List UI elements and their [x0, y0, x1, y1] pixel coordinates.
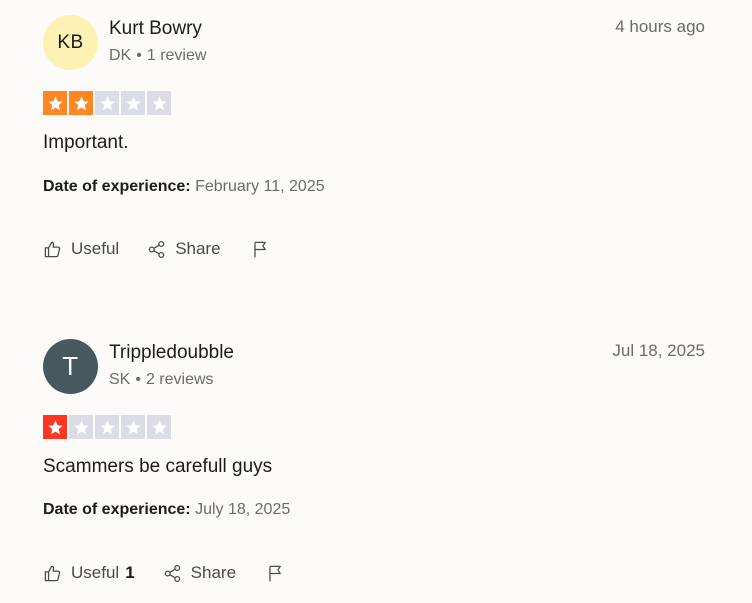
review-actions: Useful Share	[43, 239, 279, 259]
useful-button[interactable]: Useful 1	[43, 563, 135, 583]
avatar-initials: KB	[57, 31, 84, 53]
reviewer-meta: DK • 1 review	[109, 47, 207, 64]
thumbs-up-icon	[44, 565, 61, 581]
star-icon	[121, 91, 145, 115]
reviewer-name[interactable]: Trippledoubble	[109, 342, 234, 364]
flag-icon	[269, 565, 281, 581]
review-posted-date: Jul 18, 2025	[612, 341, 705, 360]
report-button[interactable]	[266, 564, 294, 583]
experience-label: Date of experience:	[43, 178, 191, 195]
thumbs-up-icon	[44, 241, 61, 257]
reviewer-name[interactable]: Kurt Bowry	[109, 18, 202, 40]
review-posted-date: 4 hours ago	[615, 17, 705, 36]
experience-label: Date of experience:	[43, 501, 191, 518]
star-rating	[43, 415, 171, 439]
date-of-experience: Date of experience: July 18, 2025	[43, 501, 290, 519]
report-button[interactable]	[251, 240, 279, 259]
experience-date: February 11, 2025	[195, 178, 325, 195]
star-icon	[147, 415, 171, 439]
star-icon	[43, 415, 67, 439]
reviewer-meta: SK • 2 reviews	[109, 371, 214, 388]
star-icon	[43, 91, 67, 115]
date-of-experience: Date of experience: February 11, 2025	[43, 178, 325, 196]
star-icon	[95, 415, 119, 439]
useful-label: Useful	[71, 563, 120, 582]
reviewer-review-count: 1 review	[146, 47, 207, 64]
star-icon	[95, 91, 119, 115]
share-button[interactable]: Share	[163, 563, 236, 583]
star-icon	[69, 415, 93, 439]
reviewer-country: SK	[109, 371, 131, 388]
review-text[interactable]: Important.	[43, 132, 129, 154]
experience-date: July 18, 2025	[195, 501, 291, 518]
useful-button[interactable]: Useful	[43, 239, 119, 259]
avatar[interactable]: KB	[43, 15, 98, 70]
share-icon	[164, 564, 180, 582]
share-button[interactable]: Share	[147, 239, 221, 259]
star-icon	[121, 415, 145, 439]
reviewer-country: DK	[109, 47, 132, 64]
useful-label: Useful	[71, 239, 120, 258]
share-label: Share	[190, 563, 237, 582]
star-icon	[69, 91, 93, 115]
review-text[interactable]: Scammers be carefull guys	[43, 456, 272, 478]
avatar[interactable]: T	[43, 339, 98, 394]
avatar-initials: T	[62, 351, 79, 381]
share-icon	[148, 240, 165, 258]
reviewer-review-count: 2 reviews	[145, 371, 214, 388]
flag-icon	[253, 241, 266, 257]
star-icon	[147, 91, 171, 115]
review-actions: Useful 1 Share	[43, 563, 294, 583]
share-label: Share	[175, 239, 221, 258]
star-rating	[43, 91, 171, 115]
useful-count: 1	[125, 563, 135, 582]
